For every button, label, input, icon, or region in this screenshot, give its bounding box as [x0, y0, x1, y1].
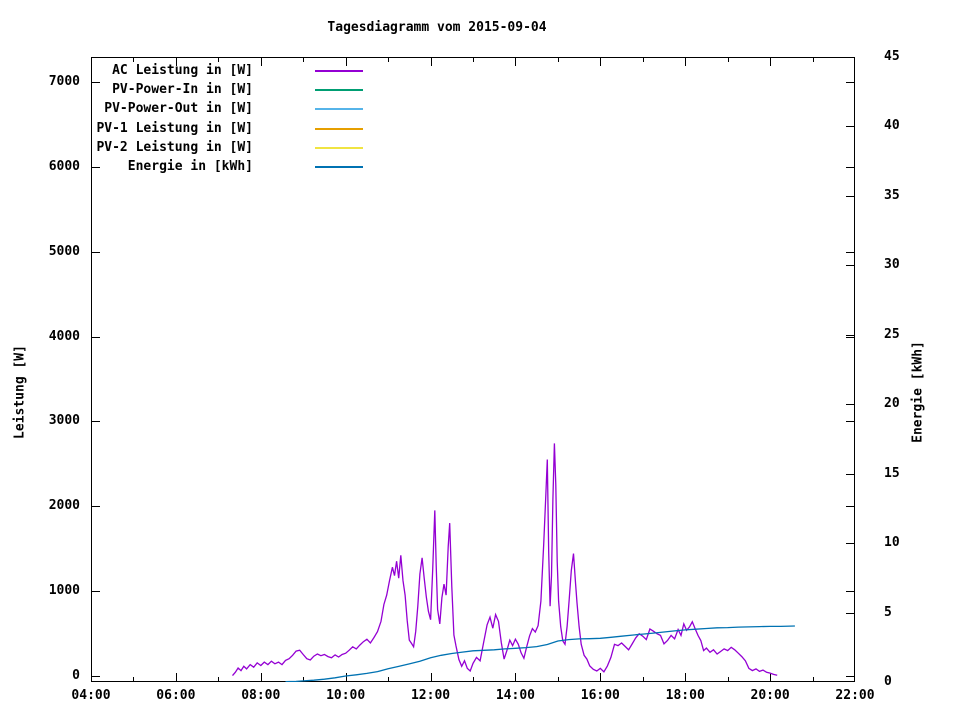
x-tick-label: 06:00 — [156, 688, 196, 703]
x-tick-label: 14:00 — [495, 688, 535, 703]
x-tick-label: 16:00 — [580, 688, 620, 703]
y2-tick-label: 15 — [884, 465, 900, 481]
legend-color-line — [315, 146, 363, 149]
x-tick-label: 18:00 — [665, 688, 705, 703]
y2-tick-label: 5 — [884, 604, 892, 620]
x-tick-label: 10:00 — [326, 688, 366, 703]
x-tick-label: 12:00 — [410, 688, 451, 703]
y2-tick-label: 10 — [884, 535, 900, 551]
y-tick-label: 3000 — [48, 413, 80, 429]
y2-tick-label: 0 — [884, 674, 892, 689]
legend-item: AC Leistung in [W] — [60, 63, 363, 79]
y-tick-label: 2000 — [48, 498, 80, 514]
y2-tick-label: 45 — [884, 49, 900, 64]
series-ac-leistung-in-w- — [232, 443, 778, 677]
legend-label: PV-1 Leistung in [W] — [96, 120, 253, 136]
legend-color-line — [315, 70, 363, 72]
legend-color-line — [315, 166, 363, 168]
legend-item: PV-Power-Out in [W] — [60, 101, 363, 117]
legend-label: Energie in [kWh] — [127, 159, 253, 174]
tagesdiagramm-chart: Tagesdiagramm vom 2015-09-04 Leistung [W… — [0, 0, 960, 720]
y-tick-label: 1000 — [48, 582, 80, 598]
legend-item: PV-Power-In in [W] — [60, 82, 363, 98]
legend-color-line — [315, 89, 363, 92]
y-tick-label: 7000 — [48, 74, 80, 90]
legend-item: PV-2 Leistung in [W] — [60, 140, 363, 156]
y2-tick-label: 30 — [884, 257, 900, 273]
y-tick-label: 4000 — [48, 328, 80, 344]
legend-label: AC Leistung in [W] — [112, 63, 253, 78]
x-tick-label: 20:00 — [750, 688, 790, 703]
chart-title: Tagesdiagramm vom 2015-09-04 — [327, 20, 547, 35]
x-tick-label: 08:00 — [241, 688, 281, 703]
y-tick-label: 6000 — [48, 159, 80, 175]
y2-tick-label: 40 — [884, 118, 900, 134]
y2-tick-label: 35 — [884, 187, 900, 203]
x-tick-label: 04:00 — [71, 688, 111, 703]
y-tick-label: 5000 — [48, 243, 80, 259]
series-energie-in-kwh- — [285, 625, 795, 682]
legend-label: PV-Power-In in [W] — [112, 82, 253, 98]
legend-label: PV-2 Leistung in [W] — [96, 139, 253, 155]
legend-item: PV-1 Leistung in [W] — [60, 121, 363, 137]
y2-axis-label: Energie [kWh] — [910, 341, 926, 443]
x-tick-label: 22:00 — [835, 688, 875, 703]
legend-color-line — [315, 108, 363, 111]
legend-label: PV-Power-Out in [W] — [104, 101, 253, 117]
y2-tick-label: 25 — [884, 326, 900, 342]
legend-item: Energie in [kWh] — [60, 159, 363, 175]
y-tick-label: 0 — [72, 667, 80, 683]
legend-color-line — [315, 127, 363, 130]
y2-tick-label: 20 — [884, 396, 900, 412]
